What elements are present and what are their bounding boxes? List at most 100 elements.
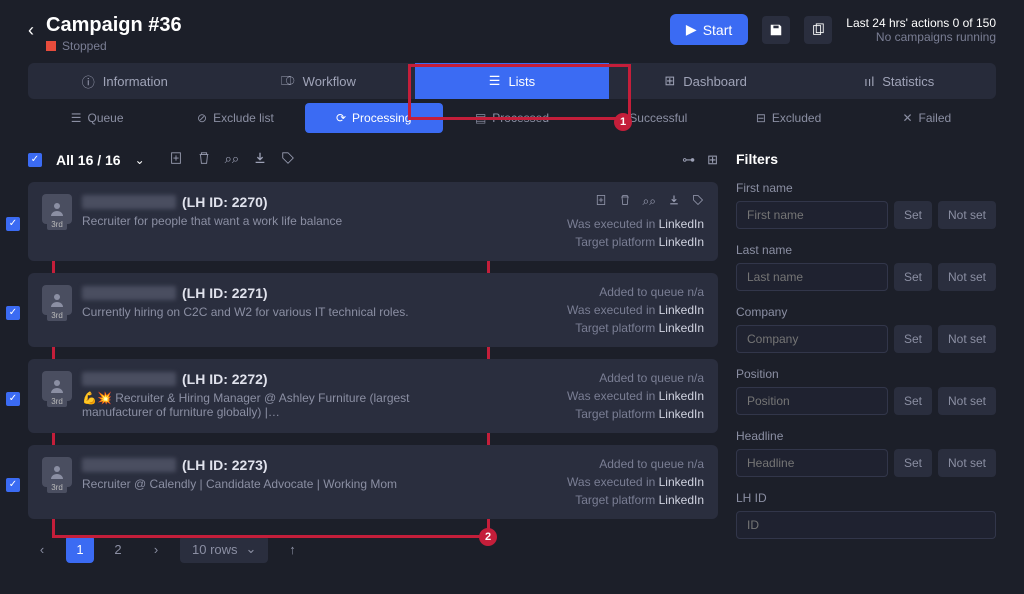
- start-button-label: Start: [703, 22, 733, 38]
- list-card[interactable]: ✓ 3rd (LH ID: 2273) Recruiter @ Calendly…: [28, 445, 718, 519]
- filter-input-position[interactable]: [736, 387, 888, 415]
- stats-block: Last 24 hrs' actions 0 of 150 No campaig…: [846, 16, 996, 44]
- filter-input-firstname[interactable]: [736, 201, 888, 229]
- filter-set-position[interactable]: Set: [894, 387, 932, 415]
- select-all-checkbox[interactable]: ✓: [28, 153, 42, 167]
- card-checkbox[interactable]: ✓: [6, 217, 20, 231]
- avatar: 3rd: [42, 194, 72, 224]
- card-target: Target platform LinkedIn: [575, 493, 704, 507]
- callout-badge-2: 2: [479, 528, 497, 546]
- card-subtitle: Currently hiring on C2C and W2 for vario…: [82, 305, 462, 319]
- card-binoculars-icon[interactable]: ⌕⌕: [643, 194, 656, 209]
- list-card[interactable]: ✓ 3rd (LH ID: 2271) Currently hiring on …: [28, 273, 718, 347]
- add-icon[interactable]: [169, 151, 183, 168]
- filter-label-firstname: First name: [736, 181, 996, 195]
- filter-input-headline[interactable]: [736, 449, 888, 477]
- card-trash-icon[interactable]: [619, 194, 631, 209]
- card-lhid: (LH ID: 2272): [182, 371, 268, 387]
- card-queue: Added to queue n/a: [599, 285, 704, 299]
- name-redacted: [82, 372, 176, 386]
- campaign-title: Campaign #36: [46, 14, 182, 37]
- filter-label-company: Company: [736, 305, 996, 319]
- name-redacted: [82, 286, 176, 300]
- tag-icon[interactable]: [281, 151, 295, 168]
- filter-label-lhid: LH ID: [736, 491, 996, 505]
- filter-label-headline: Headline: [736, 429, 996, 443]
- card-tag-icon[interactable]: [692, 194, 704, 209]
- scroll-top[interactable]: ↑: [278, 535, 306, 563]
- card-exec: Was executed in LinkedIn: [567, 217, 704, 231]
- list-card[interactable]: ✓ 3rd (LH ID: 2272) 💪💥 Recruiter & Hirin…: [28, 359, 718, 433]
- failed-icon: ✕: [902, 111, 912, 125]
- filter-notset-firstname[interactable]: Not set: [938, 201, 996, 229]
- excluded-icon: ⊟: [756, 111, 766, 125]
- list-card[interactable]: ✓ 3rd (LH ID: 2270) Recruiter for people…: [28, 182, 718, 261]
- tab-information[interactable]: ⓘInformation: [28, 63, 222, 99]
- view-grid-icon[interactable]: ⊞: [707, 152, 718, 168]
- card-target: Target platform LinkedIn: [575, 235, 704, 249]
- card-checkbox[interactable]: ✓: [6, 478, 20, 492]
- start-button[interactable]: ▶ Start: [670, 14, 748, 45]
- card-lhid: (LH ID: 2271): [182, 285, 268, 301]
- filter-notset-lastname[interactable]: Not set: [938, 263, 996, 291]
- card-exec: Was executed in LinkedIn: [567, 389, 704, 403]
- filter-input-company[interactable]: [736, 325, 888, 353]
- filter-set-lastname[interactable]: Set: [894, 263, 932, 291]
- card-exec: Was executed in LinkedIn: [567, 303, 704, 317]
- cards-list: ✓ 3rd (LH ID: 2270) Recruiter for people…: [28, 182, 718, 519]
- tab-statistics[interactable]: ıılStatistics: [802, 63, 996, 99]
- view-compact-icon[interactable]: ⊶: [682, 152, 695, 168]
- dashboard-icon: ⊞: [664, 73, 675, 89]
- filters-title: Filters: [736, 151, 996, 167]
- binoculars-icon[interactable]: ⌕⌕: [225, 151, 240, 168]
- stats-top: Last 24 hrs' actions 0 of 150: [846, 16, 996, 30]
- subtab-successful[interactable]: ✓Successful: [581, 103, 719, 133]
- filter-set-firstname[interactable]: Set: [894, 201, 932, 229]
- tab-workflow[interactable]: ⎄Workflow: [222, 63, 416, 99]
- filter-input-lastname[interactable]: [736, 263, 888, 291]
- card-checkbox[interactable]: ✓: [6, 392, 20, 406]
- back-arrow-icon[interactable]: ‹: [28, 20, 34, 41]
- tab-dashboard[interactable]: ⊞Dashboard: [609, 63, 803, 99]
- tabs-primary: ⓘInformation ⎄Workflow ☰Lists ⊞Dashboard…: [28, 63, 996, 99]
- card-checkbox[interactable]: ✓: [6, 306, 20, 320]
- chevron-down-icon[interactable]: ⌄: [135, 153, 145, 167]
- subtab-processing[interactable]: ⟳Processing: [305, 103, 443, 133]
- filters-panel: Filters First name Set Not set Last name…: [736, 151, 996, 563]
- queue-icon: ☰: [71, 111, 82, 125]
- card-add-icon[interactable]: [595, 194, 607, 209]
- tab-lists[interactable]: ☰Lists: [415, 63, 609, 99]
- card-lhid: (LH ID: 2270): [182, 194, 268, 210]
- page-next[interactable]: ›: [142, 535, 170, 563]
- subtab-queue[interactable]: ☰Queue: [28, 103, 166, 133]
- card-target: Target platform LinkedIn: [575, 407, 704, 421]
- page-1[interactable]: 1: [66, 535, 94, 563]
- page-prev[interactable]: ‹: [28, 535, 56, 563]
- subtab-failed[interactable]: ✕Failed: [858, 103, 996, 133]
- info-icon: ⓘ: [82, 72, 95, 91]
- subtab-processed[interactable]: ▤Processed: [443, 103, 581, 133]
- filter-input-lhid[interactable]: [736, 511, 996, 539]
- filter-notset-company[interactable]: Not set: [938, 325, 996, 353]
- filter-notset-position[interactable]: Not set: [938, 387, 996, 415]
- trash-icon[interactable]: [197, 151, 211, 168]
- exclude-icon: ⊘: [197, 111, 207, 125]
- save-icon-button[interactable]: [762, 16, 790, 44]
- connection-badge: 3rd: [47, 219, 67, 230]
- filter-notset-headline[interactable]: Not set: [938, 449, 996, 477]
- name-redacted: [82, 195, 176, 209]
- list-toolbar: ✓ All 16 / 16 ⌄ ⌕⌕ ⊶ ⊞: [28, 151, 718, 168]
- filter-set-headline[interactable]: Set: [894, 449, 932, 477]
- header: ‹ Campaign #36 Stopped ▶ Start Last 24 h…: [0, 0, 1024, 63]
- subtab-excluded[interactable]: ⊟Excluded: [719, 103, 857, 133]
- card-queue: Added to queue n/a: [599, 457, 704, 471]
- rows-per-page[interactable]: 10 rows ⌄: [180, 535, 268, 563]
- pagination: ‹ 1 2 › 10 rows ⌄ ↑: [28, 535, 718, 563]
- card-queue: Added to queue n/a: [599, 371, 704, 385]
- download-icon[interactable]: [253, 151, 267, 168]
- filter-set-company[interactable]: Set: [894, 325, 932, 353]
- copy-icon-button[interactable]: [804, 16, 832, 44]
- page-2[interactable]: 2: [104, 535, 132, 563]
- subtab-exclude[interactable]: ⊘Exclude list: [166, 103, 304, 133]
- card-download-icon[interactable]: [668, 194, 680, 209]
